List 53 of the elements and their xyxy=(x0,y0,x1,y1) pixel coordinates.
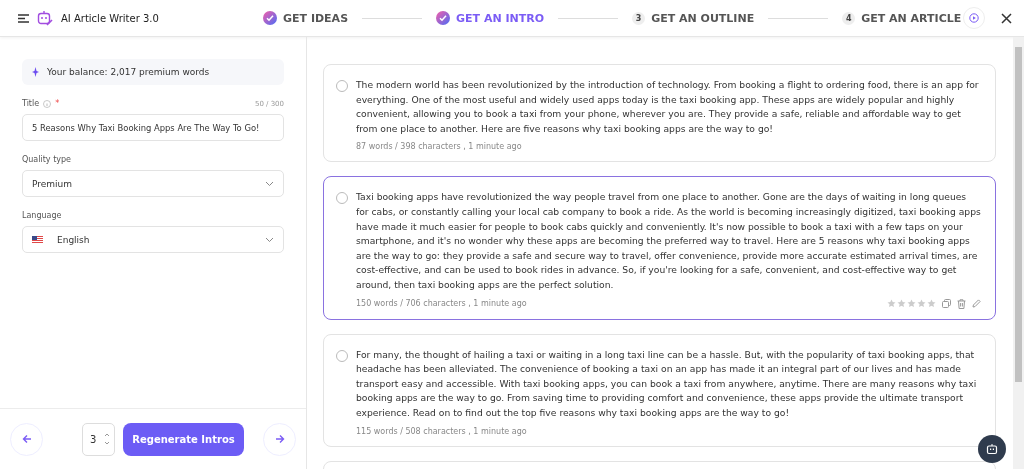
star-rating[interactable] xyxy=(887,299,936,309)
intro-text: Taxi booking apps have revolutionized the way people travel from one place to another. Gone are the days of waiting in long queues for cabs, or constantly calling your local cab company to book a ride. As the world is becoming increasingly digitized, taxi booking apps have made it much easier for people to book cabs quickly and conveniently. It's now possible to book a taxi with a few taps on your smartphone, and it's no wonder why these apps are becoming the preferred way to travel. Here are 5 reasons why taxi booking apps are the way to go: they provide a safe and secure way to travel, offer convenience, provide more accurate estimated arrival times, are cost-effective, and can be used to book rides in advance. So, if you're looking for a safe, convenient, and cost-effective way to get around, then taxi booking apps are the perfect solution. xyxy=(356,190,981,292)
play-icon xyxy=(969,13,979,23)
field-label: Title xyxy=(22,99,40,108)
language-dropdown[interactable]: English xyxy=(22,226,284,253)
step-number: 4 xyxy=(842,11,856,25)
chatbot-button[interactable] xyxy=(978,435,1006,463)
chevron-down-icon xyxy=(265,180,274,187)
balance-text: Your balance: 2,017 premium words xyxy=(47,67,210,77)
step-tab[interactable]: GET AN INTRO xyxy=(436,11,545,25)
star-icon[interactable] xyxy=(907,299,916,309)
spinner-arrows-icon[interactable] xyxy=(104,432,110,446)
chevron-down-icon xyxy=(265,236,274,243)
intro-meta: 87 words / 398 characters , 1 minute ago xyxy=(356,142,522,152)
info-icon xyxy=(43,99,52,108)
arrow-right-icon xyxy=(274,434,285,444)
step-tab[interactable]: GET IDEAS xyxy=(263,11,349,25)
robot-pen-icon xyxy=(37,10,53,26)
close-button[interactable] xyxy=(1001,12,1012,24)
flag-icon xyxy=(32,236,43,243)
count-stepper[interactable]: 3 xyxy=(82,422,115,456)
sparkle-icon xyxy=(32,67,39,77)
menu-icon[interactable] xyxy=(18,13,29,23)
app-title: AI Article Writer 3.0 xyxy=(61,12,159,24)
intro-text: For many, the thought of hailing a taxi or waiting in a long taxi line can be a hassle. But, with the popularity of taxi booking apps, that headache has been alleviated. The convenience of booking a taxi on an app has made it an integral part of our lives and has made transport easy and accessible. With taxi booking apps, you can book a taxi from anywhere, anytime. There are many reasons why taxi booking apps are the way to go. From saving time to providing comfort and convenience, these apps provide the ultimate transport experience. Read on to find out the top five reasons why taxi booking apps are the way to go! xyxy=(356,347,978,420)
robot-icon xyxy=(986,443,998,455)
next-button[interactable] xyxy=(263,422,296,456)
pencil-icon[interactable] xyxy=(972,299,981,309)
star-icon[interactable] xyxy=(897,299,906,309)
step-tab[interactable]: 4 GET AN ARTICLE xyxy=(842,11,962,25)
title-field[interactable]: 5 Reasons Why Taxi Booking Apps Are The Way To Go! xyxy=(22,114,284,141)
intro-text: The modern world has been revolutionized by the introduction of technology. From booking a flight to ordering food, there is an app for everything. One of the most useful and widely used apps today is the taxi booking app. These apps are widely popular and highly convenient, allowing you to book a taxi from your phone, wherever you are. They provide a safe, reliable and affordable way to get from one place to another. Here are five reasons why taxi booking apps are the way to go! xyxy=(356,78,980,136)
play-button[interactable] xyxy=(963,7,985,29)
intro-meta: 150 words / 706 characters , 1 minute ago xyxy=(356,299,527,309)
star-icon[interactable] xyxy=(917,299,926,309)
step-number: 3 xyxy=(632,11,646,25)
intro-card[interactable] xyxy=(323,176,996,320)
field-label: Language xyxy=(22,211,62,220)
scrollbar[interactable] xyxy=(1013,37,1024,469)
step-tab[interactable]: 3 GET AN OUTLINE xyxy=(632,11,755,25)
star-icon[interactable] xyxy=(887,299,896,309)
arrow-left-icon xyxy=(21,434,32,444)
required-mark: * xyxy=(55,99,60,108)
quality-dropdown[interactable]: Premium xyxy=(22,170,284,197)
trash-icon[interactable] xyxy=(957,298,966,309)
regenerate-button[interactable]: Regenerate Intros xyxy=(123,422,244,456)
copy-icon[interactable] xyxy=(942,299,951,309)
intro-meta: 115 words / 508 characters , 1 minute ago xyxy=(356,426,527,436)
field-label: Quality type xyxy=(22,155,71,164)
check-icon xyxy=(263,11,277,25)
back-button[interactable] xyxy=(10,422,43,456)
check-icon xyxy=(436,11,451,25)
star-icon[interactable] xyxy=(927,299,936,309)
